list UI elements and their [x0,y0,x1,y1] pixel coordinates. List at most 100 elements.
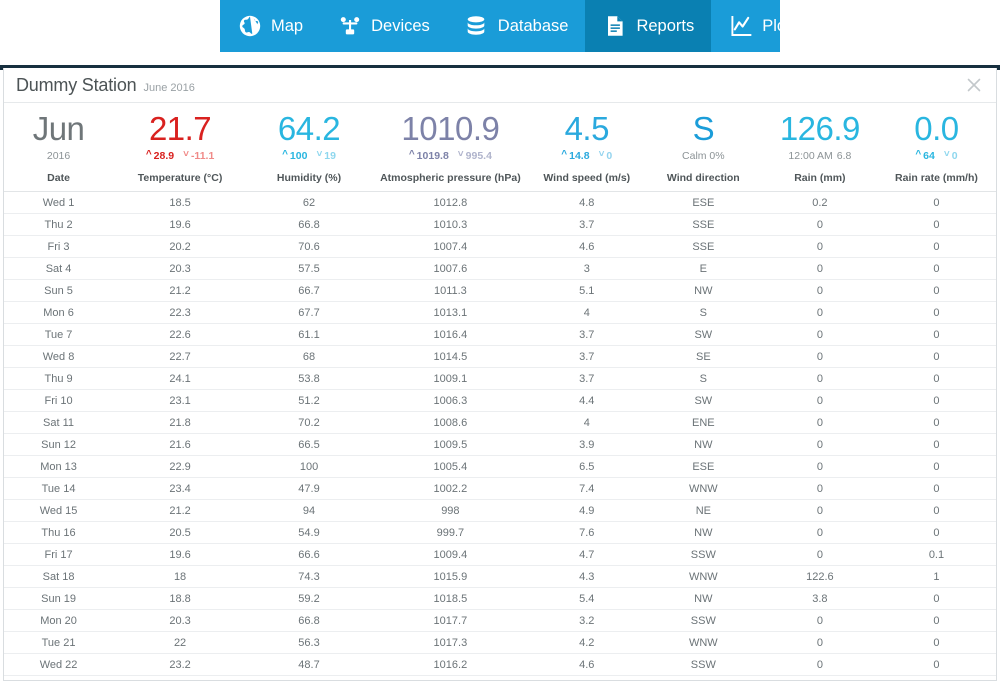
chevron-down-icon: ˅ [598,149,605,160]
table-row[interactable]: Wed 22 23.2 48.7 1016.2 4.6 SSW 0 0 [4,653,996,676]
table-cell: SW [643,323,763,346]
table-cell: Sun 5 [4,279,114,302]
chevron-down-icon: ˅ [316,149,323,160]
summary-stat-max-value: 14.8 [569,150,590,162]
table-header-row: Date Temperature (°C) Humidity (%) Atmosphe… [4,168,996,192]
table-cell: Thu 9 [4,367,114,390]
report-period-label: June 2016 [143,82,195,94]
table-row[interactable]: Wed 15 21.2 94 998 4.9 NE 0 0 [4,499,996,522]
table-cell: NW [643,521,763,544]
table-cell: 24.1 [113,367,248,390]
nav-tab-map[interactable]: Map [220,0,320,52]
table-row[interactable]: Sun 5 21.2 66.7 1011.3 5.1 NW 0 0 [4,279,996,302]
table-row[interactable]: Sat 4 20.3 57.5 1007.6 3 E 0 0 [4,257,996,280]
table-cell: 1 [876,565,996,588]
document-icon [602,14,627,39]
database-icon [464,14,489,39]
nav-tab-label: Reports [636,16,695,35]
table-cell: 94 [247,499,372,522]
table-row[interactable]: Fri 17 19.6 66.6 1009.4 4.7 SSW 0 0.1 [4,543,996,566]
table-row[interactable]: Wed 1 18.5 62 1012.8 4.8 ESE 0.2 0 [4,191,996,214]
table-cell: Tue 14 [4,477,114,500]
nav-tab-plots[interactable]: Plots [711,0,816,52]
table-cell: 66.8 [247,213,372,236]
table-row[interactable]: Tue 21 22 56.3 1017.3 4.2 WNW 0 0 [4,631,996,654]
column-header[interactable]: Date [4,168,114,192]
summary-stat-note: 2016 [46,150,71,162]
table-cell: SSW [643,543,763,566]
table-row[interactable]: Fri 3 20.2 70.6 1007.4 4.6 SSE 0 0 [4,235,996,258]
table-cell: 3.8 [762,587,877,610]
table-cell: 56.3 [247,631,372,654]
table-cell: NW [643,587,763,610]
table-cell: 22.3 [113,301,248,324]
nav-tab-devices[interactable]: Devices [320,0,447,52]
table-cell: 19.6 [113,543,248,566]
table-cell: 21.8 [113,411,248,434]
table-cell: 0 [876,191,996,214]
nav-tab-database[interactable]: Database [447,0,586,52]
table-cell: 0 [876,499,996,522]
summary-stat-value: Jun [32,110,85,147]
table-row[interactable]: Mon 6 22.3 67.7 1013.1 4 S 0 0 [4,301,996,324]
column-header[interactable]: Rain (mm) [762,168,877,192]
table-row[interactable]: Thu 2 19.6 66.8 1010.3 3.7 SSE 0 0 [4,213,996,236]
table-cell: 1015.7 [371,675,530,680]
table-cell: 0.1 [876,543,996,566]
sensor-icon [337,14,362,39]
table-cell: ESE [643,191,763,214]
column-header[interactable]: Humidity (%) [247,168,372,192]
nav-tab-label: Devices [371,16,430,35]
table-row[interactable]: Sat 18 18 74.3 1015.9 4.3 WNW 122.6 1 [4,565,996,588]
summary-stat-min-value: 19 [324,150,336,162]
table-cell: 1017.7 [371,609,530,632]
table-cell: 0 [762,433,877,456]
table-row[interactable]: Sun 19 18.8 59.2 1018.5 5.4 NW 3.8 0 [4,587,996,610]
table-cell: 1002.2 [371,477,530,500]
table-cell: 74.3 [247,565,372,588]
chevron-up-icon: ^ [561,149,568,160]
table-cell: 66.8 [247,609,372,632]
table-cell: 6.5 [529,455,644,478]
table-cell: NE [643,499,763,522]
table-row[interactable]: Mon 20 20.3 66.8 1017.7 3.2 SSW 0 0 [4,609,996,632]
table-cell: Fri 17 [4,543,114,566]
table-cell: 57.5 [247,257,372,280]
table-cell: 0 [876,411,996,434]
close-icon[interactable] [963,74,985,96]
table-cell: Wed 15 [4,499,114,522]
table-row[interactable]: Thu 9 24.1 53.8 1009.1 3.7 S 0 0 [4,367,996,390]
table-row[interactable]: Fri 10 23.1 51.2 1006.3 4.4 SW 0 0 [4,389,996,412]
table-cell: WNW [643,477,763,500]
column-header[interactable]: Atmospheric pressure (hPa) [371,168,530,192]
column-header[interactable]: Rain rate (mm/h) [876,168,996,192]
table-row[interactable]: Tue 14 23.4 47.9 1002.2 7.4 WNW 0 0 [4,477,996,500]
table-row[interactable]: Sat 11 21.8 70.2 1008.6 4 ENE 0 0 [4,411,996,434]
column-header[interactable]: Wind direction [643,168,763,192]
table-row[interactable]: Wed 8 22.7 68 1014.5 3.7 SE 0 0 [4,345,996,368]
table-row[interactable]: Thu 16 20.5 54.9 999.7 7.6 NW 0 0 [4,521,996,544]
summary-stat-min: ˅ -11.1 [183,149,214,163]
table-row[interactable]: Sun 12 21.6 66.5 1009.5 3.9 NW 0 0 [4,433,996,456]
table-cell: 21.2 [113,279,248,302]
nav-tab-reports[interactable]: Reports [585,0,712,52]
table-row[interactable]: Tue 7 22.6 61.1 1016.4 3.7 SW 0 0 [4,323,996,346]
table-cell: 0 [762,477,877,500]
summary-stat-max-value: 64 [923,150,935,162]
table-cell: 1007.4 [371,235,530,258]
table-cell: Sat 11 [4,411,114,434]
table-cell: 20.2 [113,235,248,258]
column-header[interactable]: Temperature (°C) [113,168,248,192]
table-row[interactable]: Thu 2324.144.81015.74.6S00 [4,675,996,680]
table-cell: 0 [762,389,877,412]
summary-stat-max-value: 28.9 [153,150,175,162]
globe-icon [237,14,262,39]
table-cell: SE [643,345,763,368]
table-cell: 19.6 [113,213,248,236]
table-row[interactable]: Mon 13 22.9 100 1005.4 6.5 ESE 0 0 [4,455,996,478]
table-cell: 0 [762,323,877,346]
summary-stat-min-value: 0 [606,150,613,162]
summary-stat-min-value: 995.4 [465,150,492,162]
chevron-up-icon: ^ [915,149,922,160]
column-header[interactable]: Wind speed (m/s) [529,168,644,192]
